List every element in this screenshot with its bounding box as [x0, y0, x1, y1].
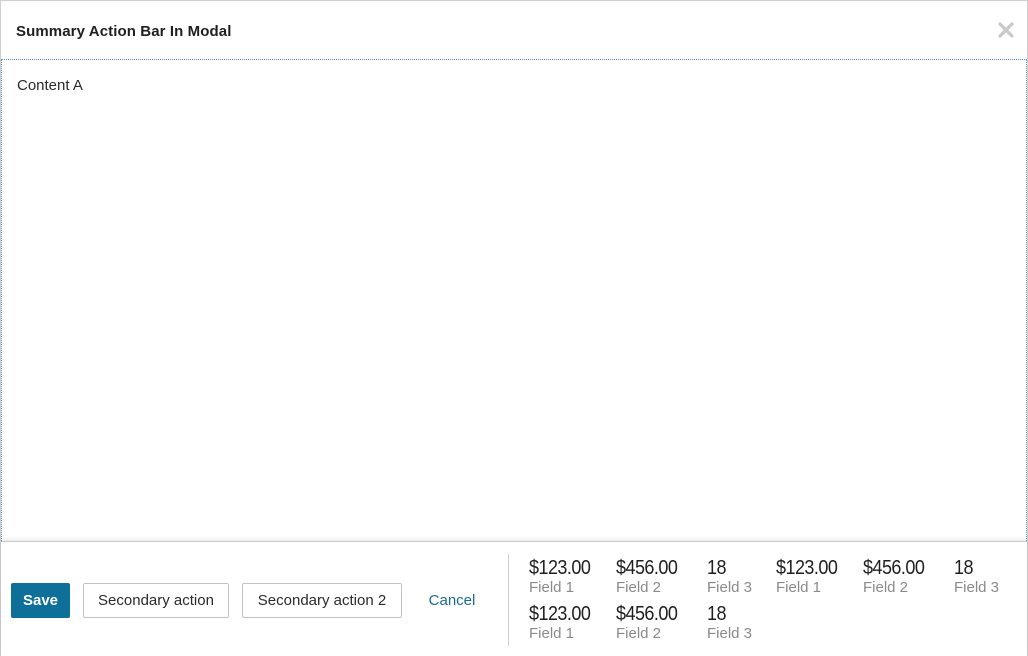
- summary-item: $456.00 Field 2: [616, 556, 684, 598]
- summary-value: $456.00: [616, 557, 678, 579]
- summary-label: Field 3: [707, 579, 753, 596]
- save-button[interactable]: Save: [11, 583, 70, 618]
- content-text: Content A: [17, 77, 83, 94]
- summary-value: 18: [707, 557, 726, 579]
- summary-item: $456.00 Field 2: [863, 556, 931, 598]
- modal-header: Summary Action Bar In Modal: [1, 1, 1027, 60]
- modal-dialog: Summary Action Bar In Modal Content A Sa…: [0, 0, 1028, 656]
- summary-value: $456.00: [616, 603, 678, 625]
- divider: [508, 554, 509, 646]
- summary-action-bar: Save Secondary action Secondary action 2…: [1, 541, 1027, 656]
- summary-item: 18 Field 3: [707, 602, 752, 644]
- summary-item: $123.00 Field 1: [776, 556, 844, 598]
- summary-label: Field 1: [776, 579, 822, 596]
- summary-item: 18 Field 3: [954, 556, 999, 598]
- summary-item: 18 Field 3: [707, 556, 752, 598]
- close-icon[interactable]: [997, 21, 1015, 39]
- summary-label: Field 2: [616, 625, 662, 642]
- modal-title: Summary Action Bar In Modal: [16, 23, 232, 40]
- secondary-action-button[interactable]: Secondary action: [83, 583, 229, 618]
- summary-value: $123.00: [529, 603, 591, 625]
- summary-value: $123.00: [776, 557, 838, 579]
- summary-item: $123.00 Field 1: [529, 556, 597, 598]
- summary-label: Field 3: [707, 625, 753, 642]
- summary-label: Field 2: [616, 579, 662, 596]
- summary-value: 18: [954, 557, 973, 579]
- summary-label: Field 1: [529, 625, 575, 642]
- summary-value: $456.00: [863, 557, 925, 579]
- modal-body: Content A: [1, 60, 1027, 541]
- summary-value: 18: [707, 603, 726, 625]
- secondary-action-2-button[interactable]: Secondary action 2: [242, 583, 402, 618]
- summary-item: $123.00 Field 1: [529, 602, 597, 644]
- summary-label: Field 3: [954, 579, 1000, 596]
- cancel-button[interactable]: Cancel: [419, 583, 485, 618]
- summary-item: $456.00 Field 2: [616, 602, 684, 644]
- summary-value: $123.00: [529, 557, 591, 579]
- summary-label: Field 1: [529, 579, 575, 596]
- summary-label: Field 2: [863, 579, 909, 596]
